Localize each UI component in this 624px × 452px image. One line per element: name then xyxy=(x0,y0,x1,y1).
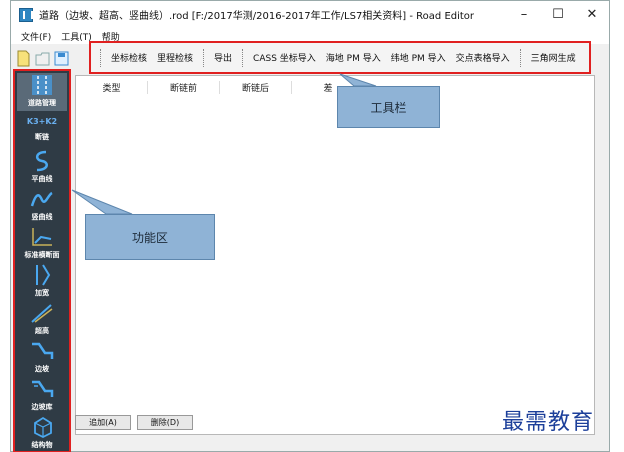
watermark: 最需教育 xyxy=(502,410,595,435)
function-area-annotation: 功能区 xyxy=(85,214,215,260)
function-callout-pointer xyxy=(71,189,133,215)
toolbar-annotation: 工具栏 xyxy=(337,86,440,128)
toolbar-callout-pointer xyxy=(339,73,377,87)
